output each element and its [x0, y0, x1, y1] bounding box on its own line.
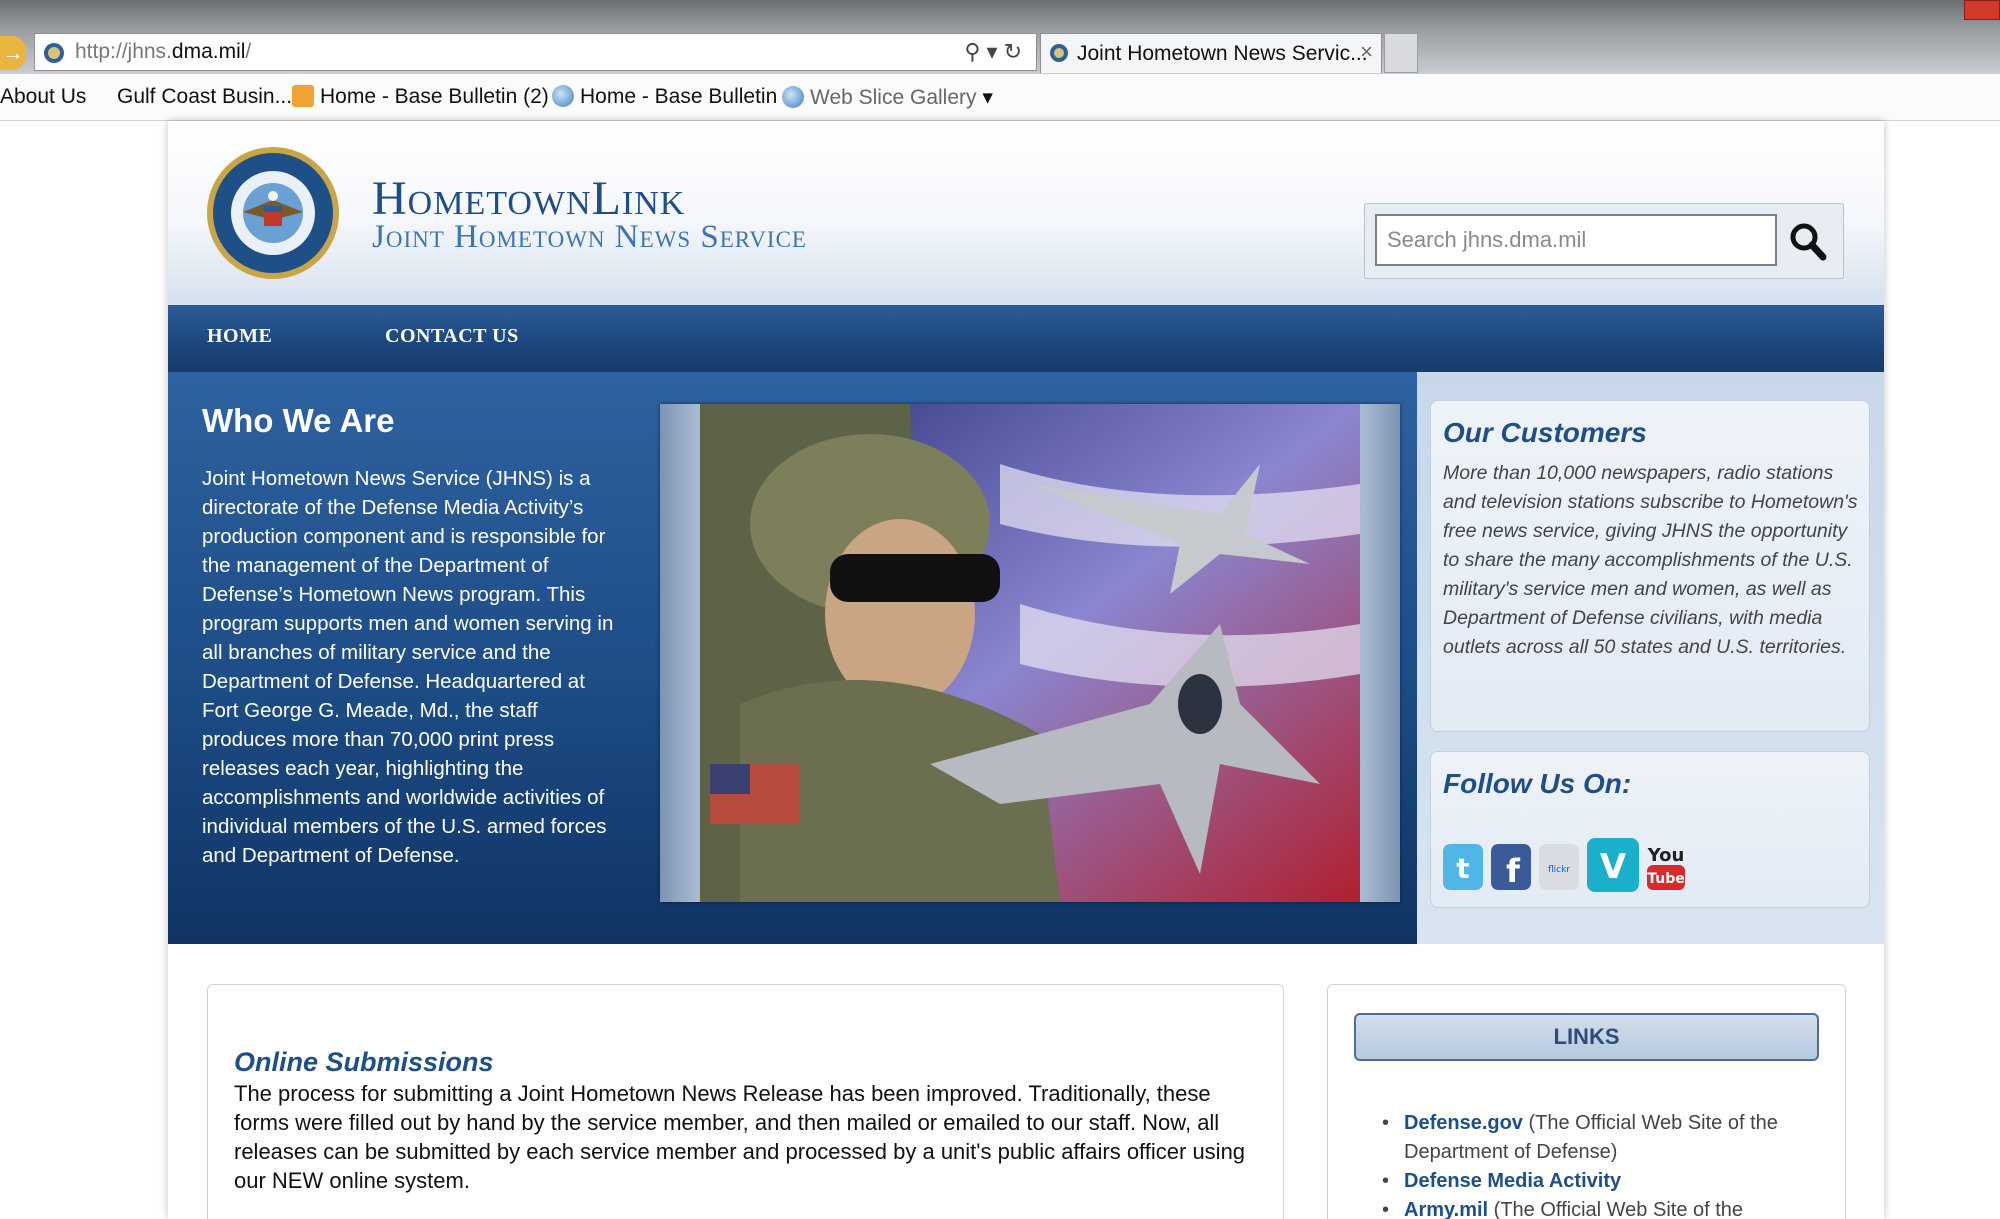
- flickr-icon[interactable]: flickr: [1539, 844, 1579, 890]
- web-page: HometownLink Joint Hometown News Service…: [168, 121, 1884, 1219]
- url-suffix: /: [245, 40, 252, 63]
- ie-globe-icon: [552, 85, 574, 107]
- links-button[interactable]: LINKS: [1354, 1013, 1819, 1061]
- follow-us-panel: Follow Us On: t f flickr V You Tube: [1430, 751, 1870, 908]
- vimeo-icon[interactable]: V: [1587, 838, 1639, 892]
- favorite-web-slice-gallery[interactable]: Web Slice Gallery ▾: [782, 85, 993, 110]
- site-favicon-icon: [44, 43, 64, 63]
- svg-text:f: f: [1506, 852, 1521, 890]
- svg-text:V: V: [1600, 847, 1627, 887]
- content-area: Online Submissions The process for submi…: [168, 944, 1884, 1219]
- favorite-label: Home - Base Bulletin (2): [320, 85, 549, 108]
- svg-text:flickr: flickr: [1548, 865, 1570, 875]
- new-tab-button[interactable]: [1384, 33, 1418, 73]
- online-submissions-heading[interactable]: Online Submissions: [234, 1047, 494, 1078]
- favorite-label: Home - Base Bulletin: [580, 85, 778, 108]
- search-icon[interactable]: [1785, 216, 1831, 266]
- favorite-base-bulletin[interactable]: Home - Base Bulletin: [552, 85, 777, 109]
- links-list: Defense.gov (The Official Web Site of th…: [1382, 1109, 1822, 1219]
- refresh-icon[interactable]: ↻: [1004, 39, 1028, 64]
- browser-tab[interactable]: Joint Hometown News Servic... ×: [1040, 33, 1382, 73]
- search-box: [1364, 203, 1844, 279]
- window-close-button[interactable]: [1964, 0, 2000, 20]
- url-text[interactable]: http://jhns.dma.mil/: [75, 40, 251, 64]
- svg-text:t: t: [1456, 852, 1469, 885]
- url-prefix: http://jhns.: [75, 40, 172, 63]
- our-customers-text: More than 10,000 newspapers, radio stati…: [1443, 462, 1858, 658]
- rss-feed-icon: [292, 85, 314, 107]
- online-submissions-text: The process for submitting a Joint Homet…: [234, 1081, 1246, 1193]
- ie-globe-icon: [782, 86, 804, 108]
- soldier-jets-image: [700, 404, 1360, 902]
- favorite-label: Web Slice Gallery: [810, 86, 977, 109]
- link-description: (The Official Web Site of the: [1493, 1199, 1744, 1219]
- tab-title: Joint Hometown News Servic...: [1077, 42, 1368, 65]
- site-header: HometownLink Joint Hometown News Service: [168, 121, 1884, 305]
- twitter-icon[interactable]: t: [1443, 844, 1483, 890]
- favorite-base-bulletin-2[interactable]: Home - Base Bulletin (2): [292, 85, 549, 109]
- list-item: Defense.gov (The Official Web Site of th…: [1382, 1109, 1822, 1167]
- online-submissions-box: Online Submissions The process for submi…: [207, 984, 1284, 1219]
- svg-text:Tube: Tube: [1647, 871, 1685, 887]
- links-box: LINKS Defense.gov (The Official Web Site…: [1327, 984, 1846, 1219]
- link-defense-media-activity[interactable]: Defense Media Activity: [1404, 1170, 1621, 1192]
- close-tab-icon[interactable]: ×: [1360, 39, 1373, 65]
- tab-favicon-icon: [1050, 44, 1068, 62]
- who-we-are-heading: Who We Are: [202, 402, 395, 439]
- youtube-icon[interactable]: You Tube: [1645, 840, 1687, 892]
- search-icon[interactable]: ⚲: [964, 39, 986, 64]
- main-nav: HOME CONTACT US: [168, 305, 1884, 372]
- site-title[interactable]: HometownLink: [372, 171, 685, 226]
- sidebar: Our Customers More than 10,000 newspaper…: [1417, 372, 1884, 944]
- favorite-about-us[interactable]: About Us: [0, 85, 86, 109]
- favorite-gulf-coast[interactable]: Gulf Coast Busin...: [117, 85, 292, 109]
- who-we-are-section: Who We Are Joint Hometown News Service (…: [168, 372, 1417, 944]
- list-item: Army.mil (The Official Web Site of the: [1382, 1196, 1822, 1219]
- svg-text:You: You: [1647, 845, 1685, 866]
- address-bar-icons: ⚲▾↻: [964, 39, 1028, 65]
- list-item: Defense Media Activity: [1382, 1167, 1822, 1196]
- nav-item-home[interactable]: HOME: [207, 325, 272, 348]
- link-army-mil[interactable]: Army.mil: [1404, 1199, 1488, 1219]
- site-subtitle: Joint Hometown News Service: [372, 219, 807, 255]
- url-domain: dma.mil: [171, 40, 246, 63]
- favorite-label: Gulf Coast Busin...: [117, 85, 293, 108]
- favorites-bar: About Us Gulf Coast Busin... Home - Base…: [0, 74, 2000, 121]
- our-customers-panel: Our Customers More than 10,000 newspaper…: [1430, 400, 1870, 732]
- hero-image: [660, 404, 1400, 902]
- address-bar[interactable]: http://jhns.dma.mil/ ⚲▾↻: [34, 33, 1037, 71]
- back-arrow-icon[interactable]: →: [0, 36, 26, 70]
- follow-us-heading: Follow Us On:: [1443, 768, 1632, 799]
- facebook-icon[interactable]: f: [1491, 844, 1531, 890]
- our-customers-heading: Our Customers: [1443, 417, 1647, 448]
- browser-toolbar: → http://jhns.dma.mil/ ⚲▾↻ Joint Hometow…: [0, 0, 2000, 74]
- who-we-are-text: Joint Hometown News Service (JHNS) is a …: [202, 467, 614, 867]
- dropdown-arrow-icon[interactable]: ▾: [987, 39, 1004, 64]
- favorite-label: About Us: [0, 85, 87, 108]
- dod-seal-logo[interactable]: [206, 146, 340, 280]
- nav-item-contact-us[interactable]: CONTACT US: [385, 325, 519, 348]
- dropdown-arrow-icon[interactable]: ▾: [982, 86, 993, 109]
- search-input[interactable]: [1375, 214, 1777, 266]
- link-defense-gov[interactable]: Defense.gov: [1404, 1112, 1523, 1134]
